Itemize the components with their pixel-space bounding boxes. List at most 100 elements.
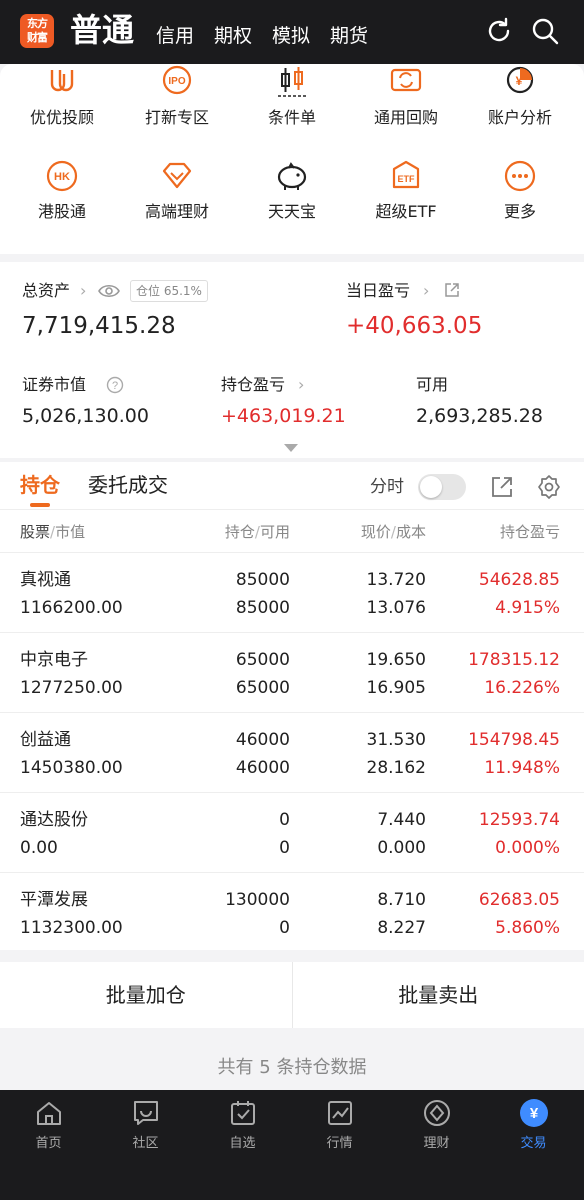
intraday-toggle[interactable]: [418, 474, 466, 500]
table-row[interactable]: 中京电子 1277250.00 65000 65000 19.650 16.90…: [0, 632, 584, 712]
tab-holdings[interactable]: 持仓: [20, 472, 60, 498]
account-analysis-icon: ¥: [506, 66, 534, 94]
holding-pl-label[interactable]: 持仓盈亏: [221, 374, 285, 396]
nav-trade[interactable]: ¥ 交易: [485, 1098, 582, 1151]
bottom-nav: 首页 社区 自选 行情 理财 ¥ 交易: [0, 1090, 584, 1200]
holding-pl-value: +463,019.21: [221, 405, 346, 427]
stock-cost: 13.076: [366, 598, 426, 618]
tab-credit[interactable]: 信用: [156, 22, 194, 50]
expand-caret-icon[interactable]: [284, 444, 298, 452]
stock-price: 19.650: [366, 650, 426, 670]
eye-icon[interactable]: [98, 282, 120, 300]
tab-orders[interactable]: 委托成交: [88, 472, 168, 498]
quick-item-account-analysis[interactable]: ¥ 账户分析: [462, 64, 578, 128]
stock-cost: 28.162: [366, 758, 426, 778]
help-icon[interactable]: ?: [106, 376, 124, 394]
quick-item-premium-wealth[interactable]: 高端理财: [119, 158, 235, 222]
stock-price: 7.440: [377, 810, 426, 830]
quick-item-label: 通用回购: [373, 108, 438, 127]
svg-text:¥: ¥: [529, 1105, 538, 1122]
stock-position: 0: [279, 810, 290, 830]
header-pl: 持仓盈亏: [499, 523, 560, 541]
svg-text:¥: ¥: [516, 74, 523, 88]
stock-market-value: 1450380.00: [20, 758, 123, 778]
tab-options[interactable]: 期权: [214, 22, 252, 50]
stock-pl-pct: 4.915%: [495, 598, 560, 618]
stock-price: 8.710: [377, 890, 426, 910]
more-icon: [504, 160, 536, 192]
nav-watchlist[interactable]: 自选: [194, 1098, 291, 1151]
quick-item-tiantianbao[interactable]: 天天宝: [234, 158, 350, 222]
nav-wealth[interactable]: 理财: [388, 1098, 485, 1151]
candlestick-icon: [278, 67, 306, 97]
quick-item-label: 账户分析: [487, 108, 552, 127]
account-type-tabs: 信用 期权 模拟 期货: [156, 22, 368, 50]
header-position: 持仓/可用: [224, 523, 290, 541]
quick-item-hk-connect[interactable]: HK 港股通: [4, 158, 120, 222]
table-row[interactable]: 通达股份 0.00 0 0 7.440 0.000 12593.74 0.000…: [0, 792, 584, 872]
quick-item-label: 打新专区: [144, 108, 209, 127]
stock-price: 31.530: [366, 730, 426, 750]
piggy-bank-icon: [277, 162, 307, 190]
svg-text:HK: HK: [54, 171, 70, 183]
quick-item-label: 条件单: [267, 108, 316, 127]
top-header: 东方 财富 普通 信用 期权 模拟 期货: [0, 0, 584, 64]
refresh-icon[interactable]: [484, 16, 514, 46]
quick-item-super-etf[interactable]: ETF 超级ETF: [348, 158, 464, 222]
tab-simulation[interactable]: 模拟: [272, 22, 310, 50]
stock-price: 13.720: [366, 570, 426, 590]
holdings-tabs-row: 持仓 委托成交 分时: [0, 462, 584, 510]
stock-cost: 16.905: [366, 678, 426, 698]
stock-name: 创益通: [20, 730, 71, 750]
stock-position: 65000: [235, 650, 290, 670]
svg-text:?: ?: [112, 380, 118, 392]
quick-item-repo[interactable]: 通用回购: [348, 64, 464, 128]
market-value-label: 证券市值: [22, 375, 87, 394]
repo-icon: [390, 68, 422, 92]
stock-position: 130000: [225, 890, 290, 910]
nav-community[interactable]: 社区: [97, 1098, 194, 1151]
stock-available: 0: [279, 918, 290, 938]
table-row[interactable]: 真视通 1166200.00 85000 85000 13.720 13.076…: [0, 552, 584, 632]
daily-pl-label[interactable]: 当日盈亏: [346, 280, 410, 302]
quick-item-label: 更多: [503, 202, 536, 221]
table-row[interactable]: 创益通 1450380.00 46000 46000 31.530 28.162…: [0, 712, 584, 792]
stock-pl: 178315.12: [468, 650, 560, 670]
wealth-icon: [423, 1100, 450, 1126]
table-row[interactable]: 平潭发展 1132300.00 130000 0 8.710 8.227 626…: [0, 872, 584, 952]
quick-item-ipo[interactable]: IPO 打新专区: [119, 64, 235, 128]
quick-item-more[interactable]: 更多: [462, 158, 578, 222]
nav-market[interactable]: 行情: [291, 1098, 388, 1151]
account-mode-title[interactable]: 普通: [70, 10, 134, 50]
quick-item-uu-advisor[interactable]: 优优投顾: [4, 64, 120, 128]
quick-menu-grid: 优优投顾 IPO 打新专区 条件单 通用回购 ¥ 账户分析 HK 港股通 高端理…: [0, 64, 584, 254]
batch-sell-button[interactable]: 批量卖出: [293, 962, 584, 1028]
batch-actions: 批量加仓 批量卖出: [0, 962, 584, 1028]
holdings-count-text: 共有 5 条持仓数据: [217, 1057, 367, 1078]
nav-label: 社区: [132, 1136, 159, 1151]
logo-text-line1: 东方: [27, 17, 48, 30]
chevron-right-icon: ›: [423, 281, 430, 300]
tab-futures[interactable]: 期货: [330, 22, 368, 50]
stock-pl-pct: 0.000%: [495, 838, 560, 858]
batch-add-button[interactable]: 批量加仓: [0, 962, 292, 1028]
share-icon[interactable]: [444, 282, 460, 298]
total-assets-label[interactable]: 总资产: [22, 280, 70, 302]
quick-item-label: 高端理财: [144, 202, 209, 221]
nav-label: 行情: [326, 1136, 353, 1151]
nav-home[interactable]: 首页: [0, 1098, 97, 1151]
quick-item-label: 港股通: [37, 202, 86, 221]
app-logo[interactable]: 东方 财富: [20, 14, 54, 48]
stock-market-value: 1166200.00: [20, 598, 123, 618]
stock-pl-pct: 5.860%: [495, 918, 560, 938]
header-price: 现价/成本: [360, 523, 426, 541]
stock-pl: 154798.45: [468, 730, 560, 750]
market-icon: [327, 1101, 352, 1125]
search-icon[interactable]: [530, 16, 560, 46]
intraday-label: 分时: [370, 477, 404, 497]
export-icon[interactable]: [490, 475, 514, 499]
settings-icon[interactable]: [536, 474, 562, 500]
quick-item-conditional-order[interactable]: 条件单: [234, 64, 350, 128]
table-header: 股票/市值 持仓/可用 现价/成本 持仓盈亏: [0, 510, 584, 554]
stock-pl-pct: 16.226%: [484, 678, 560, 698]
